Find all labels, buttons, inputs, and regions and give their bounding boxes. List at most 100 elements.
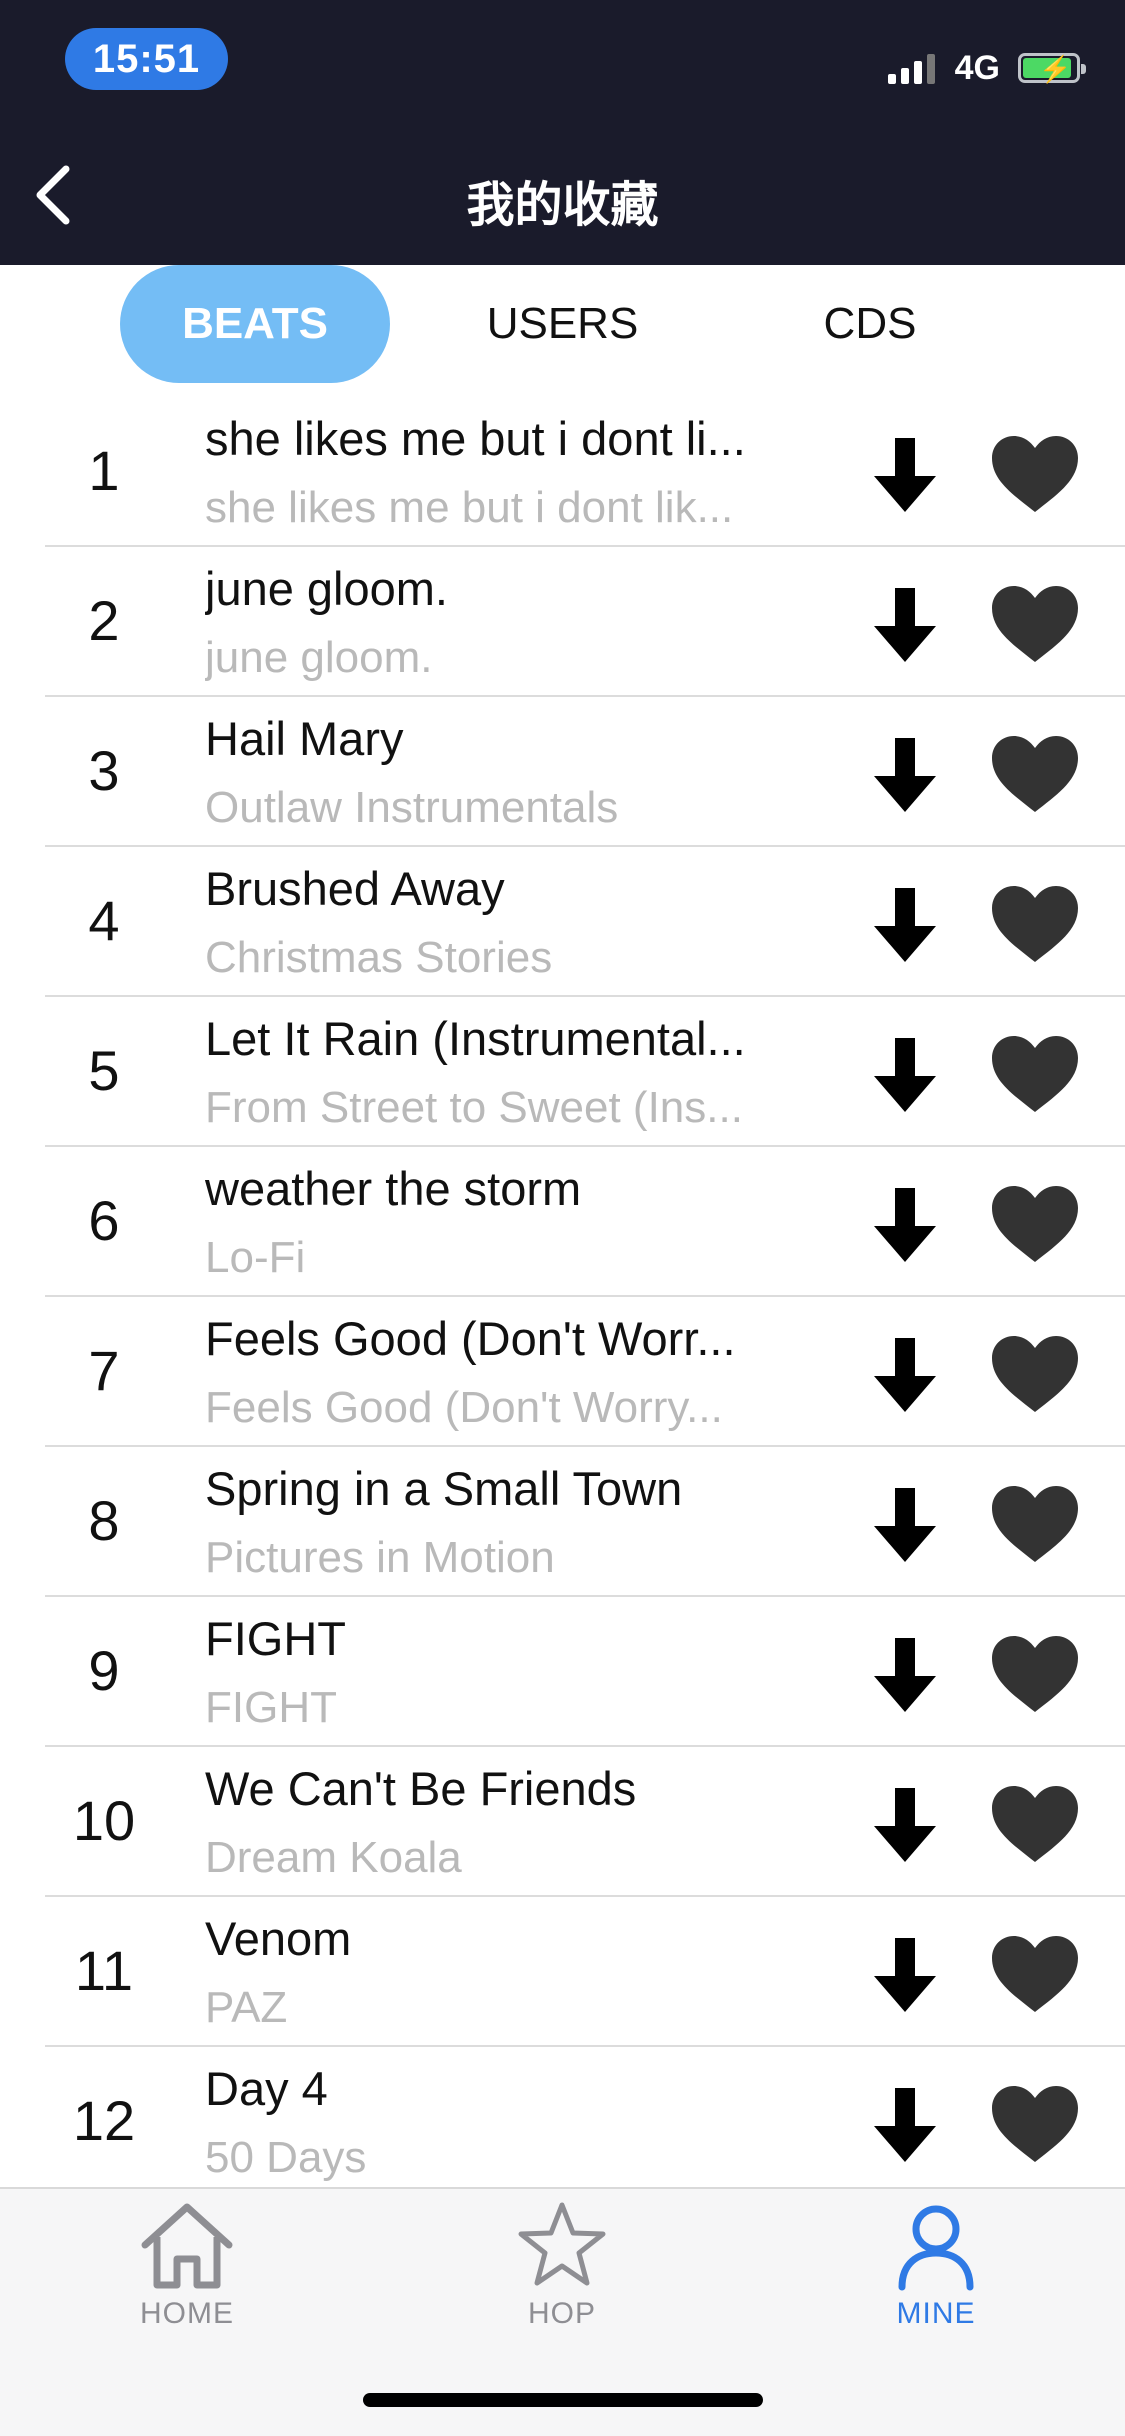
download-button[interactable] [865, 585, 945, 665]
rank-number: 7 [88, 1339, 120, 1402]
tab-beats[interactable]: BEATS [120, 265, 390, 383]
track-title: she likes me but i dont li... [205, 412, 746, 465]
list-item[interactable]: 6 weather the storm Lo-Fi [45, 1147, 1125, 1297]
rank-number: 5 [88, 1039, 120, 1102]
track-subtitle: Feels Good (Don't Worry... [205, 1383, 723, 1432]
favorite-button[interactable] [985, 1029, 1085, 1119]
track-subtitle: FIGHT [205, 1683, 337, 1732]
favorite-button[interactable] [985, 879, 1085, 969]
favorite-button[interactable] [985, 2079, 1085, 2169]
track-title: Feels Good (Don't Worr... [205, 1312, 736, 1365]
rank-number: 2 [88, 589, 120, 652]
page-title: 我的收藏 [466, 179, 659, 232]
download-arrow-icon [874, 588, 936, 662]
heart-icon [992, 2086, 1078, 2162]
rank-number: 12 [72, 2089, 136, 2152]
nav-hop-label: HOP [527, 2297, 596, 2330]
tab-cds[interactable]: CDS [745, 265, 995, 383]
heart-icon [992, 1636, 1078, 1712]
favorite-button[interactable] [985, 1179, 1085, 1269]
rank-number: 11 [74, 1939, 134, 2002]
download-button[interactable] [865, 1035, 945, 1115]
track-title: weather the storm [205, 1162, 582, 1215]
nav-home-label: HOME [140, 2297, 234, 2330]
heart-icon [992, 1036, 1078, 1112]
download-arrow-icon [874, 1788, 936, 1862]
track-title: Let It Rain (Instrumental... [205, 1012, 746, 1065]
download-button[interactable] [865, 1185, 945, 1265]
rank-number: 4 [88, 889, 120, 952]
nav-mine[interactable]: MINE [836, 2199, 1036, 2349]
heart-icon [992, 1336, 1078, 1412]
list-item[interactable]: 3 Hail Mary Outlaw Instrumentals [45, 697, 1125, 847]
favorite-button[interactable] [985, 429, 1085, 519]
heart-icon [992, 1936, 1078, 2012]
tab-users[interactable]: USERS [440, 265, 685, 383]
list-item[interactable]: 10 We Can't Be Friends Dream Koala [45, 1747, 1125, 1897]
favorites-list: 1 she likes me but i dont li... she like… [0, 397, 1125, 2197]
heart-icon [992, 736, 1078, 812]
download-button[interactable] [865, 1635, 945, 1715]
home-indicator [363, 2393, 763, 2407]
status-indicators: 4G ⚡ [887, 48, 1086, 88]
list-item[interactable]: 11 Venom PAZ [45, 1897, 1125, 2047]
rank-number: 3 [88, 739, 120, 802]
download-button[interactable] [865, 1485, 945, 1565]
rank-number: 6 [88, 1189, 120, 1252]
track-subtitle: she likes me but i dont lik... [205, 483, 734, 532]
user-icon [898, 2205, 974, 2291]
download-button[interactable] [865, 2085, 945, 2165]
download-button[interactable] [865, 885, 945, 965]
list-item[interactable]: 12 Day 4 50 Days [45, 2047, 1125, 2197]
favorite-button[interactable] [985, 579, 1085, 669]
track-subtitle: PAZ [205, 1983, 288, 2032]
heart-icon [992, 1186, 1078, 1262]
download-button[interactable] [865, 1935, 945, 2015]
track-subtitle: Lo-Fi [205, 1233, 306, 1282]
download-arrow-icon [874, 1638, 936, 1712]
status-time: 15:51 [65, 28, 228, 90]
download-button[interactable] [865, 1785, 945, 1865]
favorite-button[interactable] [985, 1329, 1085, 1419]
track-title: Spring in a Small Town [205, 1462, 683, 1515]
list-item[interactable]: 9 FIGHT FIGHT [45, 1597, 1125, 1747]
list-item[interactable]: 8 Spring in a Small Town Pictures in Mot… [45, 1447, 1125, 1597]
download-button[interactable] [865, 735, 945, 815]
list-item[interactable]: 4 Brushed Away Christmas Stories [45, 847, 1125, 997]
rank-number: 10 [72, 1789, 136, 1852]
favorite-button[interactable] [985, 1629, 1085, 1719]
list-item[interactable]: 1 she likes me but i dont li... she like… [45, 397, 1125, 547]
rank-number: 9 [88, 1639, 120, 1702]
list-item[interactable]: 5 Let It Rain (Instrumental... From Stre… [45, 997, 1125, 1147]
track-subtitle: Outlaw Instrumentals [205, 783, 619, 832]
track-subtitle: 50 Days [205, 2133, 367, 2182]
nav-mine-label: MINE [896, 2297, 976, 2330]
favorite-button[interactable] [985, 1779, 1085, 1869]
favorite-button[interactable] [985, 1929, 1085, 2019]
track-subtitle: From Street to Sweet (Ins... [205, 1083, 743, 1132]
home-icon [141, 2203, 233, 2289]
rank-number: 1 [88, 439, 120, 502]
tab-bar: BEATS USERS CDS [0, 265, 1125, 385]
download-arrow-icon [874, 1488, 936, 1562]
list-item[interactable]: 7 Feels Good (Don't Worr... Feels Good (… [45, 1297, 1125, 1447]
track-title: Hail Mary [205, 712, 404, 765]
download-button[interactable] [865, 1335, 945, 1415]
nav-home[interactable]: HOME [87, 2199, 287, 2349]
heart-icon [992, 1786, 1078, 1862]
track-subtitle: Pictures in Motion [205, 1533, 555, 1582]
favorite-button[interactable] [985, 1479, 1085, 1569]
list-item[interactable]: 2 june gloom. june gloom. [45, 547, 1125, 697]
download-arrow-icon [874, 1188, 936, 1262]
favorite-button[interactable] [985, 729, 1085, 819]
track-title: Venom [205, 1912, 352, 1965]
heart-icon [992, 436, 1078, 512]
heart-icon [992, 586, 1078, 662]
star-icon [518, 2202, 606, 2286]
download-button[interactable] [865, 435, 945, 515]
download-arrow-icon [874, 738, 936, 812]
download-arrow-icon [874, 438, 936, 512]
nav-hop[interactable]: HOP [462, 2199, 662, 2349]
download-arrow-icon [874, 888, 936, 962]
track-title: We Can't Be Friends [205, 1762, 637, 1815]
